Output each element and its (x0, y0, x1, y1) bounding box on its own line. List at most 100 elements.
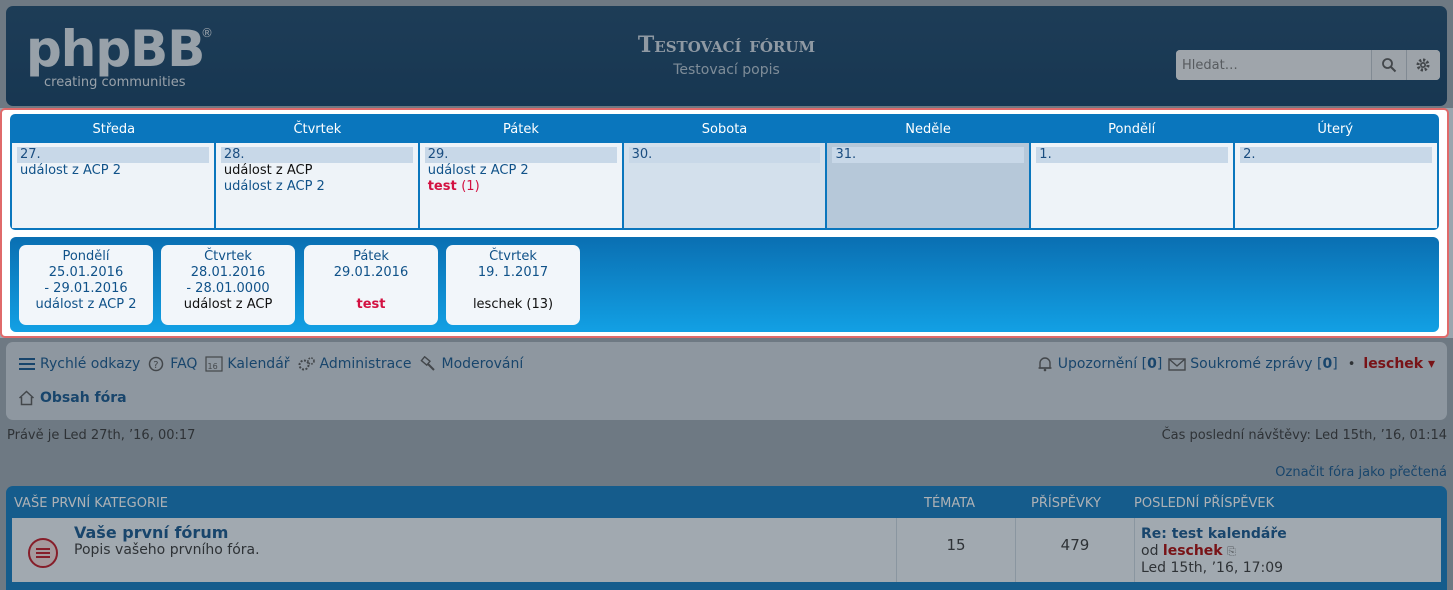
forum-description: Popis vašeho prvního fóra. (74, 542, 260, 558)
event-day: Čtvrtek (204, 249, 252, 264)
last-post-title-link[interactable]: Re: test kalendáře (1141, 526, 1287, 543)
forum-row: Vaše první fórum Popis vašeho prvního fó… (12, 518, 1441, 582)
calendar-day-cell: 28. událost z ACP událost z ACP 2 (215, 143, 418, 228)
board-index-link[interactable]: Obsah fóra (40, 390, 127, 406)
private-messages-link[interactable]: Soukromé zprávy [0] (1168, 356, 1338, 372)
posts-count: 479 (1060, 536, 1090, 554)
upcoming-event-card[interactable]: Čtvrtek 28.01.2016 - 28.01.0000 událost … (161, 245, 295, 325)
event-title[interactable]: test (304, 297, 438, 313)
day-number[interactable]: 28. (220, 147, 413, 163)
search-box (1176, 50, 1440, 80)
mark-forums-read-link[interactable]: Označit fóra jako přečtená (1275, 465, 1447, 480)
notifications-count: 0 (1147, 356, 1157, 372)
weekday-header: Středa Čtvrtek Pátek Sobota Neděle Pondě… (12, 119, 1437, 141)
last-post-by-prefix: od (1141, 543, 1159, 559)
event-date-start: 29.01.2016 (333, 265, 409, 280)
search-icon (1381, 58, 1397, 73)
day-number[interactable]: 2. (1240, 147, 1433, 163)
day-number[interactable]: 1. (1036, 147, 1229, 163)
calendar-event-link[interactable]: událost z ACP (221, 163, 413, 179)
forum-read-icon (28, 538, 58, 568)
gavel-icon (420, 356, 436, 371)
calendar-label: Kalendář (227, 356, 290, 372)
faq-label: FAQ (170, 356, 198, 372)
row-bottom-border (12, 582, 1441, 584)
last-post-info: Re: test kalendáře od leschek ⎘ Led 15th… (1141, 526, 1287, 577)
event-day: Pátek (353, 249, 389, 264)
weekday-label: Čtvrtek (293, 122, 342, 137)
faq-link[interactable]: ? FAQ (148, 356, 197, 372)
hamburger-icon (19, 358, 35, 370)
calendar-event-link[interactable]: událost z ACP 2 (17, 163, 209, 179)
notifications-label: Upozornění (1057, 356, 1138, 372)
event-title[interactable]: událost z ACP 2 (19, 297, 153, 313)
column-last-post: Poslední příspěvek (1134, 496, 1275, 511)
moderate-label: Moderování (441, 356, 524, 372)
site-header: phpBB ® creating communities Testovací f… (6, 6, 1447, 106)
search-input[interactable] (1176, 50, 1372, 80)
day-number[interactable]: 30. (628, 147, 821, 163)
calendar-icon: 16 (205, 356, 224, 372)
upcoming-events: Pondělí 25.01.2016 - 29.01.2016 událost … (10, 237, 1439, 332)
week-calendar: Středa Čtvrtek Pátek Sobota Neděle Pondě… (10, 114, 1439, 230)
day-number[interactable]: 29. (424, 147, 617, 163)
caret-down-icon: ▾ (1427, 356, 1435, 372)
admin-link[interactable]: Administrace (298, 356, 411, 372)
notifications-link[interactable]: Upozornění [0] (1036, 356, 1162, 372)
moderate-link[interactable]: Moderování (419, 356, 523, 372)
pm-label: Soukromé zprávy (1190, 356, 1313, 372)
calendar-link[interactable]: 16 Kalendář (205, 356, 290, 372)
breadcrumb: Obsah fóra (18, 390, 127, 406)
calendar-day-cell: 1. (1031, 143, 1234, 228)
event-date-end: - 28.01.0000 (186, 281, 270, 296)
topics-count: 15 (946, 536, 966, 554)
event-date-start: 25.01.2016 (48, 265, 124, 280)
current-time: Právě je Led 27th, ’16, 00:17 (7, 428, 196, 443)
search-button[interactable] (1371, 50, 1406, 80)
svg-text:16: 16 (208, 362, 218, 371)
column-posts: Příspěvky (1031, 496, 1101, 511)
calendar-event-link[interactable]: test (1) (425, 179, 617, 195)
navbar: Rychlé odkazy ? FAQ 16 Kalendář Administ… (6, 342, 1447, 420)
question-icon: ? (149, 356, 164, 372)
last-post-time: Led 15th, ’16, 17:09 (1141, 560, 1284, 576)
calendar-day-cell: 30. (623, 143, 826, 228)
pm-count: 0 (1322, 356, 1333, 372)
event-day: Pondělí (62, 249, 110, 264)
upcoming-event-card[interactable]: Pondělí 25.01.2016 - 29.01.2016 událost … (19, 245, 153, 325)
column-divider (1134, 518, 1135, 582)
upcoming-event-card[interactable]: Pátek 29.01.2016 test (304, 245, 438, 325)
category-title[interactable]: Vaše první kategorie (14, 496, 168, 511)
forum-name-link[interactable]: Vaše první fórum (74, 523, 228, 542)
view-latest-post-icon[interactable]: ⎘ (1227, 545, 1236, 558)
svg-text:?: ? (153, 360, 158, 371)
event-date-start: 28.01.2016 (190, 265, 266, 280)
day-number[interactable]: 31. (832, 147, 1025, 163)
weekday-label: Neděle (905, 122, 951, 137)
last-visit: Čas poslední návštěvy: Led 15th, ’16, 01… (1161, 428, 1447, 443)
weekday-label: Pátek (503, 122, 539, 137)
event-title[interactable]: událost z ACP (161, 297, 295, 313)
calendar-event-link[interactable]: událost z ACP 2 (425, 163, 617, 179)
event-date-end (304, 281, 438, 297)
day-number[interactable]: 27. (17, 147, 209, 163)
last-post-author-link[interactable]: leschek (1163, 543, 1223, 559)
quick-links-menu[interactable]: Rychlé odkazy (18, 356, 140, 372)
user-menu[interactable]: leschek ▾ (1363, 356, 1435, 372)
upcoming-event-card[interactable]: Čtvrtek 19. 1.2017 leschek (13) (446, 245, 580, 325)
event-count: (1) (461, 179, 480, 194)
weekday-label: Úterý (1317, 122, 1354, 137)
event-date-start: 19. 1.2017 (477, 265, 549, 280)
weekday-label: Pondělí (1108, 122, 1156, 137)
advanced-search-button[interactable] (1405, 50, 1440, 80)
weekday-label: Sobota (701, 122, 748, 137)
calendar-day-cell: 2. (1235, 143, 1438, 228)
gear-icon (1416, 58, 1430, 72)
calendar-event-link[interactable]: událost z ACP 2 (221, 179, 413, 195)
quick-links-label: Rychlé odkazy (40, 356, 141, 372)
column-topics: Témata (924, 496, 976, 511)
event-date-end: - 29.01.2016 (44, 281, 128, 296)
event-day: Čtvrtek (489, 249, 537, 264)
username: leschek (1363, 356, 1424, 372)
event-title[interactable]: leschek (13) (446, 297, 580, 313)
